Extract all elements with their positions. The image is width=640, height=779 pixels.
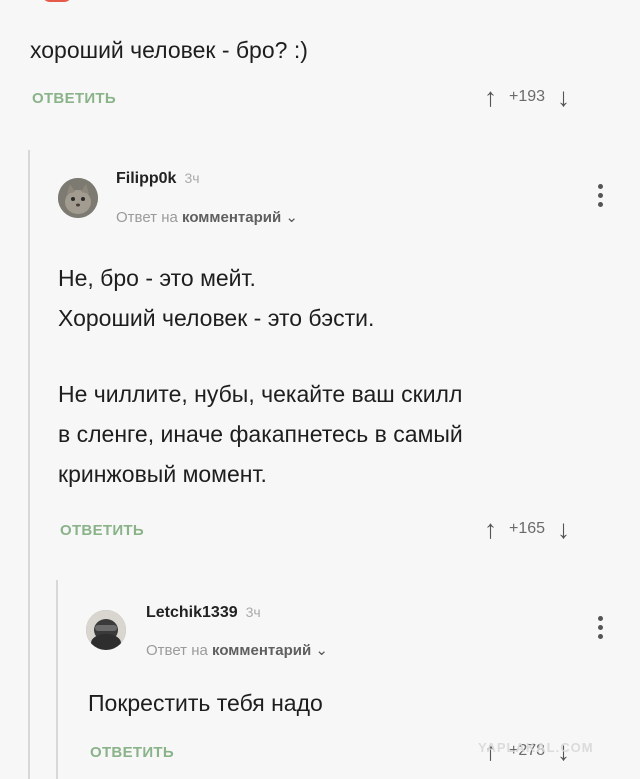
arrow-up-icon[interactable]: ↑ (484, 84, 497, 110)
cat-avatar-image (58, 178, 98, 218)
more-vertical-icon[interactable] (598, 616, 604, 639)
vote-controls: ↑ +193 ↓ (484, 84, 570, 110)
avatar[interactable] (58, 178, 98, 218)
vote-count: +193 (509, 88, 546, 105)
reply-button[interactable]: ОТВЕТИТЬ (90, 744, 174, 761)
vote-count: +165 (509, 520, 546, 537)
comment-body: Не, бро - это мейт. Хороший человек - эт… (58, 258, 463, 494)
watermark: YAPLAKAL.COM (478, 740, 594, 755)
comment-line: кринжовый момент. (58, 461, 267, 487)
comment-header: Filipp0k 3ч (116, 170, 200, 188)
vote-controls: ↑ +165 ↓ (484, 516, 570, 542)
comment-line: Хороший человек - это бэсти. (58, 305, 375, 331)
username[interactable]: Filipp0k (116, 170, 176, 188)
thread-line (28, 150, 30, 779)
reply-meta-link[interactable]: комментарий (212, 642, 311, 659)
chevron-down-icon[interactable]: ⌄ (285, 209, 298, 226)
comment-line: Не, бро - это мейт. (58, 265, 256, 291)
more-vertical-icon[interactable] (598, 184, 604, 207)
reply-meta: Ответ на комментарий ⌄ (146, 641, 328, 659)
username[interactable]: Letchik1339 (146, 604, 238, 622)
comment-text: Покрестить тебя надо (88, 690, 323, 716)
avatar[interactable] (86, 610, 126, 650)
reply-meta-prefix: Ответ на (116, 209, 178, 226)
thread-line (56, 580, 58, 779)
arrow-down-icon[interactable]: ↓ (557, 516, 570, 542)
comment-line: в сленге, иначе факапнетесь в самый (58, 421, 463, 447)
reply-button[interactable]: ОТВЕТИТЬ (60, 522, 144, 539)
reply-meta-link[interactable]: комментарий (182, 209, 281, 226)
top-accent (42, 0, 72, 2)
chevron-down-icon[interactable]: ⌄ (315, 642, 328, 659)
reply-meta: Ответ на комментарий ⌄ (116, 208, 298, 226)
arrow-down-icon[interactable]: ↓ (557, 84, 570, 110)
reply-button[interactable]: ОТВЕТИТЬ (32, 90, 116, 107)
reply-meta-prefix: Ответ на (146, 642, 208, 659)
comment-header: Letchik1339 3ч (146, 604, 261, 622)
pilot-avatar-image (86, 610, 126, 650)
timestamp: 3ч (184, 170, 200, 186)
arrow-up-icon[interactable]: ↑ (484, 516, 497, 542)
timestamp: 3ч (245, 604, 261, 620)
comment-text: хороший человек - бро? :) (30, 37, 308, 63)
comment-line: Не чиллите, нубы, чекайте ваш скилл (58, 381, 463, 407)
